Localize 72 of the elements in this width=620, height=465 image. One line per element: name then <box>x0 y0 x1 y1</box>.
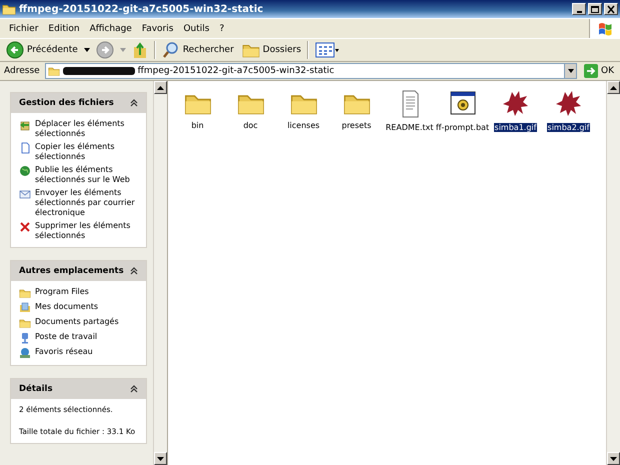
file-name[interactable]: doc <box>242 121 259 130</box>
file-name[interactable]: ff-prompt.bat <box>434 123 490 132</box>
task-link[interactable]: Publie les éléments sélectionnés sur le Web <box>35 165 140 185</box>
task-link[interactable]: Supprimer les éléments sélectionnés <box>35 221 140 241</box>
up-arrow-icon <box>610 86 617 90</box>
task-link[interactable]: Copier les éléments sélectionnés <box>35 142 140 162</box>
address-text: ffmpeg-20151022-git-a7c5005-win32-static <box>138 66 334 76</box>
documents-folder-icon <box>19 302 31 314</box>
file-name[interactable]: README.txt <box>384 123 434 132</box>
down-arrow-icon <box>157 456 164 460</box>
minimize-icon <box>576 10 582 12</box>
delete-icon <box>19 221 31 233</box>
file-name[interactable]: licenses <box>286 121 321 130</box>
pane-title: Autres emplacements <box>19 266 124 276</box>
close-button[interactable] <box>604 3 618 15</box>
caret-icon <box>84 47 90 53</box>
menu-item[interactable]: ? <box>214 22 230 36</box>
task-link[interactable]: Documents partagés <box>35 317 119 327</box>
maximize-icon <box>590 4 600 14</box>
task-link[interactable]: Program Files <box>35 287 89 297</box>
envelope-icon <box>19 188 31 200</box>
task-link[interactable]: Mes documents <box>35 302 98 312</box>
search-icon <box>162 41 180 59</box>
windows-flag-icon <box>597 20 613 36</box>
menu-item[interactable]: Affichage <box>84 22 137 36</box>
caret-icon <box>120 47 126 53</box>
collapse-button[interactable] <box>130 385 138 393</box>
go-button[interactable]: OK <box>580 64 618 78</box>
globe-icon <box>19 165 31 177</box>
network-icon <box>19 347 31 359</box>
dropdown-button[interactable] <box>564 64 576 78</box>
folder-icon <box>48 65 60 77</box>
collapse-button[interactable] <box>130 267 138 275</box>
caret-icon <box>568 69 574 73</box>
address-field[interactable]: ffmpeg-20151022-git-a7c5005-win32-static <box>44 63 577 79</box>
file-name[interactable]: bin <box>190 121 205 130</box>
up-arrow-icon <box>157 86 164 90</box>
go-arrow-icon <box>584 64 598 78</box>
folder-icon <box>2 2 16 16</box>
file-name[interactable]: simba1.gif <box>494 123 538 132</box>
down-arrow-icon <box>610 456 617 460</box>
address-label: Adresse <box>3 66 41 76</box>
task-link[interactable]: Favoris réseau <box>35 347 93 357</box>
view-grid-icon <box>315 42 340 58</box>
pane-title: Détails <box>19 384 53 394</box>
folder-icon <box>19 287 31 299</box>
task-link[interactable]: Poste de travail <box>35 332 98 342</box>
maximize-button[interactable] <box>588 3 602 15</box>
folders-button[interactable]: Dossiers <box>240 40 304 60</box>
pane-title: Gestion des fichiers <box>19 98 114 108</box>
scrollbar[interactable] <box>153 81 167 465</box>
folder-icon <box>19 317 31 329</box>
minimize-button[interactable] <box>572 3 586 15</box>
collapse-button[interactable] <box>130 99 138 107</box>
menu-item[interactable]: Outils <box>178 22 214 36</box>
move-icon <box>19 119 31 131</box>
back-button[interactable]: Précédente <box>4 40 80 60</box>
close-icon <box>606 4 616 14</box>
task-link[interactable]: Déplacer les éléments sélectionnés <box>35 119 140 139</box>
menu-item[interactable]: Edition <box>43 22 85 36</box>
file-name[interactable]: simba2.gif <box>546 123 590 132</box>
file-name[interactable]: presets <box>340 121 372 130</box>
folder-up-icon <box>132 41 148 59</box>
search-button[interactable]: Rechercher <box>160 40 236 60</box>
menu-item[interactable]: Favoris <box>136 22 178 36</box>
task-link[interactable]: Envoyer les éléments sélectionnés par courrier électronique <box>35 188 140 218</box>
views-button[interactable] <box>313 41 342 59</box>
menu-item[interactable]: Fichier <box>4 22 44 36</box>
window-title: ffmpeg-20151022-git-a7c5005-win32-static <box>19 4 264 14</box>
forward-button[interactable] <box>94 40 116 60</box>
copy-icon <box>19 142 31 154</box>
scrollbar[interactable] <box>606 81 620 465</box>
